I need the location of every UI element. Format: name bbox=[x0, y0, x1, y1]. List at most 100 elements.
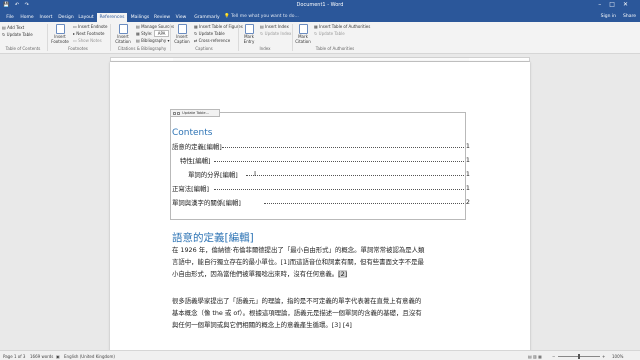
toc-entry[interactable]: 單詞的分界[編輯] 1 bbox=[188, 170, 470, 179]
paragraph[interactable]: 在 1926 年，倫納德·布倫菲爾德提出了「最小自由形式」的概念。單詞常常被認為… bbox=[172, 245, 468, 280]
mark-entry-button[interactable]: Mark Entry bbox=[240, 24, 258, 44]
update-authorities-button[interactable]: ↻ Update Table bbox=[314, 31, 345, 36]
insert-table-of-authorities-button[interactable]: ▦ Insert Table of Authorities bbox=[314, 24, 370, 29]
word-count[interactable]: 1669 words bbox=[30, 354, 53, 359]
caption-icon bbox=[177, 24, 187, 34]
group-label-authorities: Table of Authorities bbox=[315, 46, 355, 51]
update-table-button[interactable]: ↻ Update Table bbox=[2, 32, 33, 37]
tab-home[interactable]: Home bbox=[18, 13, 36, 22]
tab-review[interactable]: Review bbox=[152, 13, 172, 22]
window-title: Document1 - Word bbox=[296, 2, 344, 8]
refresh-icon: ↻ bbox=[314, 31, 318, 36]
group-label-footnotes: Footnotes bbox=[68, 46, 88, 51]
tab-grammarly[interactable]: Grammarly bbox=[194, 13, 220, 22]
toc-entry[interactable]: 語意的定義[編輯] 1 bbox=[172, 142, 470, 151]
table-of-figures-icon: ▦ bbox=[194, 24, 198, 29]
close-icon[interactable]: ✕ bbox=[623, 1, 636, 8]
bibliography-icon: ▤ bbox=[136, 38, 140, 43]
document-page[interactable]: Update Table... Contents 語意的定義[編輯] 1 特性[… bbox=[110, 62, 530, 360]
refresh-icon: ↻ bbox=[2, 32, 6, 37]
view-mode-icons[interactable]: ▤ ▥ ▦ bbox=[528, 354, 542, 359]
insert-footnote-button[interactable]: Insert Footnote bbox=[49, 24, 71, 44]
tell-me-search[interactable]: 💡 Tell me what you want to do... bbox=[224, 14, 299, 19]
language-indicator[interactable]: English (United Kingdom) bbox=[64, 354, 115, 359]
tab-file[interactable]: File bbox=[2, 13, 18, 22]
mark-citation-icon bbox=[298, 24, 308, 34]
page-count[interactable]: Page 1 of 3 bbox=[3, 354, 25, 359]
endnote-icon: ▭ bbox=[73, 24, 77, 29]
citation-link[interactable]: [2] bbox=[338, 269, 348, 278]
group-label-toc: Table of Contents bbox=[5, 46, 41, 51]
toc-leader bbox=[214, 189, 464, 190]
toc-entry[interactable]: 正寫法[編輯] 1 bbox=[172, 184, 470, 193]
citation-icon bbox=[118, 24, 128, 34]
bibliography-button[interactable]: ▤ Bibliography ▾ bbox=[136, 38, 169, 43]
manage-sources-button[interactable]: ▤ Manage Sources bbox=[136, 24, 174, 29]
ruler-text-area bbox=[173, 58, 469, 61]
tab-view[interactable]: View bbox=[173, 13, 189, 22]
tab-mailings[interactable]: Mailings bbox=[129, 13, 151, 22]
tab-insert[interactable]: Insert bbox=[36, 13, 56, 22]
insert-caption-button[interactable]: Insert Caption bbox=[172, 24, 192, 44]
vertical-scrollbar[interactable] bbox=[630, 54, 640, 350]
toc-handle-icon bbox=[173, 111, 176, 115]
toc-entry[interactable]: 特性[編輯] 1 bbox=[180, 156, 470, 165]
toc-title: Contents bbox=[172, 128, 213, 138]
ribbon-tabs: File Home Insert Design Layout Reference… bbox=[0, 12, 640, 22]
style-select[interactable]: ▦ Style: APA bbox=[136, 30, 170, 37]
style-icon: ▦ bbox=[136, 31, 140, 36]
tab-layout[interactable]: Layout bbox=[76, 13, 96, 22]
group-label-index: Index bbox=[259, 46, 271, 51]
title-bar: 💾 ↶ ↷ Document1 - Word –□✕ bbox=[0, 0, 640, 12]
group-label-captions: Captions bbox=[195, 46, 213, 51]
tab-references[interactable]: References bbox=[97, 13, 127, 22]
sign-in-link[interactable]: Sign in bbox=[601, 14, 616, 19]
toc-leader bbox=[246, 175, 464, 176]
next-footnote-icon: ▸ bbox=[73, 31, 76, 36]
toc-control-tab[interactable]: Update Table... bbox=[170, 109, 220, 117]
group-separator bbox=[292, 24, 293, 51]
refresh-icon: ↻ bbox=[260, 31, 264, 36]
mark-citation-button[interactable]: Mark Citation bbox=[294, 24, 312, 44]
maximize-icon[interactable]: □ bbox=[609, 1, 623, 8]
show-notes-button[interactable]: ▭ Show Notes bbox=[73, 38, 102, 43]
zoom-level[interactable]: 100% bbox=[612, 354, 623, 359]
status-bar: Page 1 of 3 1669 words ▣ English (United… bbox=[0, 350, 640, 360]
group-separator bbox=[238, 24, 239, 51]
proofing-icon[interactable]: ▣ bbox=[56, 354, 60, 359]
cross-reference-button[interactable]: ⇄ Cross-reference bbox=[194, 38, 230, 43]
zoom-in-icon[interactable]: + bbox=[602, 354, 605, 359]
insert-index-icon: ▤ bbox=[260, 24, 264, 29]
cross-reference-icon: ⇄ bbox=[194, 38, 198, 43]
zoom-out-icon[interactable]: − bbox=[552, 354, 555, 359]
insert-citation-button[interactable]: Insert Citation bbox=[112, 24, 134, 44]
insert-table-of-figures-button[interactable]: ▦ Insert Table of Figures bbox=[194, 24, 243, 29]
update-figures-table-button[interactable]: ↻ Update Table bbox=[194, 31, 225, 36]
section-heading: 語意的定義[編輯] bbox=[172, 232, 254, 244]
text-cursor-icon: I bbox=[254, 170, 257, 178]
update-index-button[interactable]: ↻ Update Index bbox=[260, 31, 291, 36]
share-button[interactable]: Share bbox=[623, 14, 636, 19]
minimize-icon[interactable]: – bbox=[598, 1, 609, 8]
toc-menu-icon bbox=[177, 111, 180, 115]
ribbon: ▤ Add Text ↻ Update Table Table of Conte… bbox=[0, 22, 640, 54]
group-separator bbox=[170, 24, 171, 51]
toc-entry[interactable]: 單詞與漢字的關係[編輯] 2 bbox=[172, 198, 470, 207]
group-label-citations: Citations & Bibliography bbox=[117, 46, 167, 51]
tab-design[interactable]: Design bbox=[56, 13, 76, 22]
paragraph[interactable]: 很多語義學家提出了「語義元」的理論，指的是不可定義的單字代表著在直覺上有意義的 … bbox=[172, 296, 468, 331]
next-footnote-button[interactable]: ▸ Next Footnote bbox=[73, 31, 105, 36]
mark-entry-icon bbox=[244, 24, 254, 34]
add-text-button[interactable]: ▤ Add Text bbox=[2, 25, 24, 30]
add-text-icon: ▤ bbox=[2, 25, 6, 30]
toc-leader bbox=[222, 147, 464, 148]
manage-sources-icon: ▤ bbox=[136, 24, 140, 29]
window-controls[interactable]: –□✕ bbox=[598, 1, 636, 8]
authorities-icon: ▦ bbox=[314, 24, 318, 29]
insert-endnote-button[interactable]: ▭ Insert Endnote bbox=[73, 24, 107, 29]
insert-index-button[interactable]: ▤ Insert Index bbox=[260, 24, 289, 29]
toc-leader bbox=[264, 203, 464, 204]
zoom-slider-knob[interactable] bbox=[578, 354, 580, 359]
show-notes-icon: ▭ bbox=[73, 38, 77, 43]
toc-leader bbox=[214, 161, 464, 162]
